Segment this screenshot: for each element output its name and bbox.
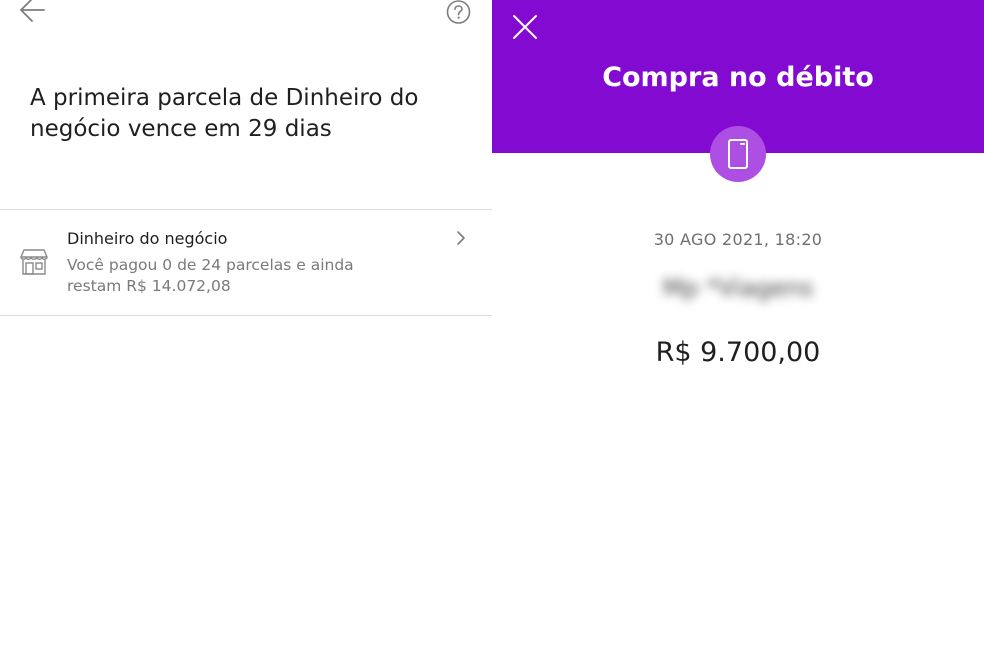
arrow-left-icon bbox=[20, 0, 45, 22]
store-icon bbox=[19, 248, 49, 276]
close-icon bbox=[513, 15, 537, 39]
help-button[interactable] bbox=[446, 0, 471, 24]
loan-item-title: Dinheiro do negócio bbox=[67, 229, 228, 248]
close-button[interactable] bbox=[512, 14, 538, 40]
question-circle-icon bbox=[446, 0, 471, 24]
screen: A primeira parcela de Dinheiro do negóci… bbox=[0, 0, 984, 656]
transaction-type-badge bbox=[710, 126, 766, 182]
page-headline: A primeira parcela de Dinheiro do negóci… bbox=[30, 85, 419, 142]
transaction-screen: Compra no débito 30 AGO 2021, 18:20 Mp *… bbox=[492, 0, 984, 656]
card-icon bbox=[728, 139, 748, 169]
transaction-merchant: Mp *Viagens bbox=[662, 274, 814, 302]
chevron-right-icon bbox=[455, 230, 467, 246]
page-title: Compra no débito bbox=[602, 62, 874, 93]
back-button[interactable] bbox=[18, 0, 48, 24]
loan-screen: A primeira parcela de Dinheiro do negóci… bbox=[0, 0, 492, 656]
loan-item-description: Você pagou 0 de 24 parcelas e ainda rest… bbox=[67, 256, 354, 295]
transaction-datetime: 30 AGO 2021, 18:20 bbox=[653, 230, 823, 249]
transaction-amount: R$ 9.700,00 bbox=[655, 337, 821, 368]
divider bbox=[0, 315, 492, 316]
